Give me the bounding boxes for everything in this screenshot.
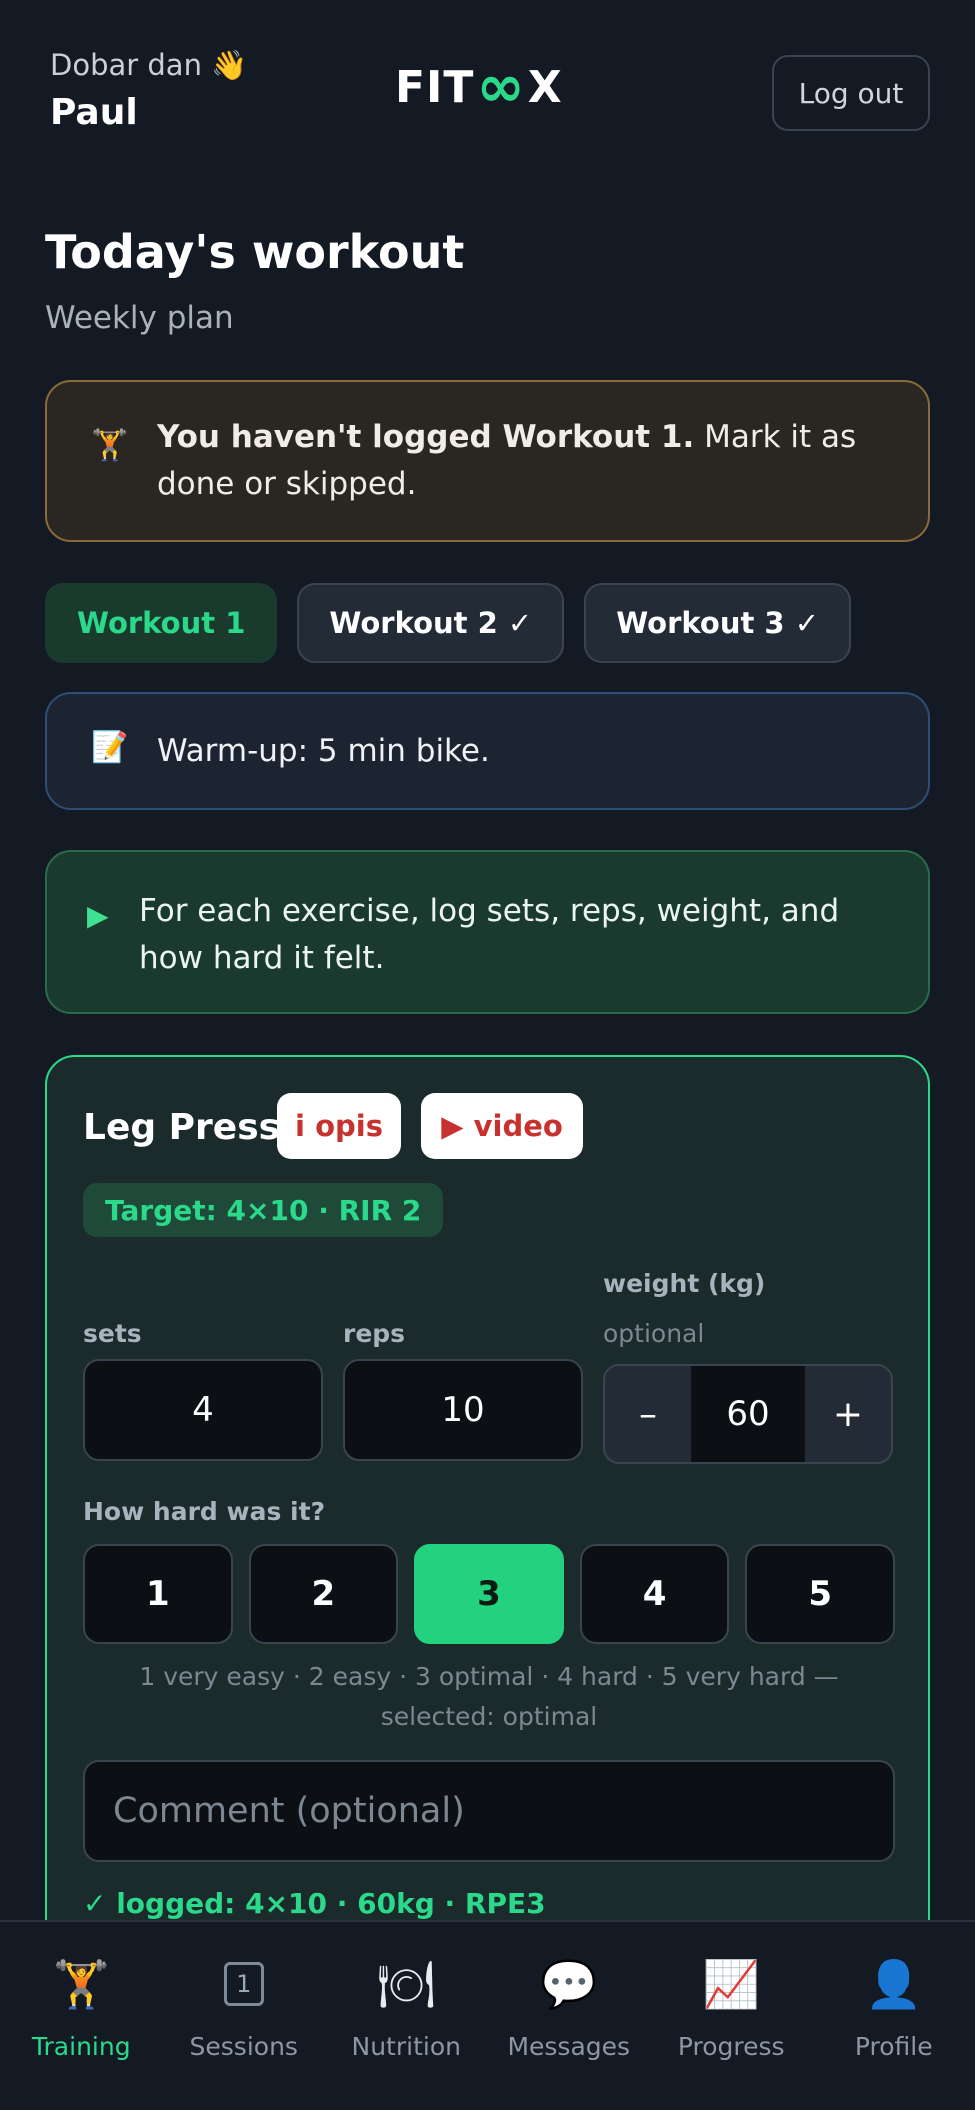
tab-workout-3[interactable]: Workout 3 ✓: [584, 583, 851, 663]
weight-hint: optional: [603, 1319, 705, 1348]
reps-label: reps: [343, 1319, 406, 1348]
rpe-option-1[interactable]: 1: [83, 1544, 233, 1644]
comment-input[interactable]: [83, 1760, 895, 1862]
nav-training[interactable]: 🏋 Training: [0, 1922, 163, 2110]
video-button[interactable]: ▶ video: [421, 1093, 583, 1159]
speech-bubble-icon: 💬: [540, 1956, 598, 2011]
user-icon: 👤: [865, 1956, 923, 2011]
sets-label: sets: [83, 1319, 142, 1348]
logo-right: X: [527, 62, 563, 113]
rpe-selector: 1 2 3 4 5: [83, 1544, 895, 1644]
page-subtitle: Weekly plan: [45, 300, 234, 336]
unlogged-alert: 🏋 You haven't logged Workout 1. Mark it …: [45, 380, 930, 542]
rpe-legend: 1 very easy · 2 easy · 3 optimal · 4 har…: [139, 1662, 839, 1731]
weight-label: weight (kg): [603, 1269, 766, 1298]
nav-label: Progress: [677, 2032, 785, 2061]
nav-label: Training: [31, 2032, 131, 2061]
calendar-icon: 1: [223, 1962, 264, 2006]
nav-label: Nutrition: [351, 2032, 461, 2061]
app-screen: Dobar dan 👋 Paul FIT ∞ X Log out Today's…: [0, 0, 975, 2110]
weightlifter-icon: 🏋: [91, 428, 129, 463]
weight-stepper: – 60 +: [603, 1364, 893, 1464]
logout-button[interactable]: Log out: [772, 55, 930, 131]
memo-icon: 📝: [91, 730, 129, 765]
nav-nutrition[interactable]: 🍽 Nutrition: [325, 1922, 488, 2110]
workout-tabs: Workout 1 Workout 2 ✓ Workout 3 ✓: [45, 583, 851, 663]
rpe-label: How hard was it?: [83, 1497, 326, 1526]
weight-plus-button[interactable]: +: [805, 1366, 891, 1462]
nav-messages[interactable]: 💬 Messages: [488, 1922, 651, 2110]
workout-note: 📝 Warm-up: 5 min bike.: [45, 692, 930, 810]
chart-icon: 📈: [702, 1956, 760, 2011]
logo-left: FIT: [395, 62, 475, 113]
rpe-option-2[interactable]: 2: [248, 1544, 399, 1644]
rpe-option-4[interactable]: 4: [579, 1544, 730, 1644]
nav-progress[interactable]: 📈 Progress: [650, 1922, 813, 2110]
alert-bold: You haven't logged Workout 1.: [157, 419, 695, 455]
rpe-option-3[interactable]: 3: [414, 1544, 564, 1644]
nav-label: Sessions: [189, 2032, 298, 2061]
page-title: Today's workout: [45, 225, 465, 279]
user-name: Paul: [50, 92, 138, 133]
header: Dobar dan 👋 Paul FIT ∞ X Log out: [45, 40, 930, 140]
rpe-option-5[interactable]: 5: [745, 1544, 895, 1644]
nav-label: Messages: [507, 2032, 631, 2061]
tab-workout-1[interactable]: Workout 1: [45, 583, 278, 663]
nav-profile[interactable]: 👤 Profile: [813, 1922, 975, 2110]
infinity-icon: ∞: [476, 51, 526, 120]
sets-input[interactable]: 4: [83, 1359, 323, 1461]
weight-input[interactable]: 60: [691, 1366, 805, 1462]
exercise-name: Leg Press: [83, 1107, 281, 1148]
description-button[interactable]: i opis: [277, 1093, 401, 1159]
bottom-nav: 🏋 Training 1 Sessions 🍽 Nutrition 💬 Mess…: [0, 1920, 975, 2110]
nav-sessions[interactable]: 1 Sessions: [163, 1922, 326, 2110]
app-logo: FIT ∞ X: [395, 51, 563, 120]
greeting: Dobar dan 👋: [50, 48, 248, 82]
note-text: Warm-up: 5 min bike.: [157, 733, 490, 769]
reps-input[interactable]: 10: [343, 1359, 583, 1461]
plate-icon: 🍽: [377, 1956, 436, 2011]
tab-workout-2[interactable]: Workout 2 ✓: [297, 583, 565, 663]
weightlifter-icon: 🏋: [52, 1956, 110, 2011]
logged-status: ✓ logged: 4×10 · 60kg · RPE3: [83, 1887, 546, 1920]
target-badge: Target: 4×10 · RIR 2: [83, 1183, 444, 1237]
instructions-text: For each exercise, log sets, reps, weigh…: [139, 893, 840, 976]
weight-minus-button[interactable]: –: [605, 1366, 691, 1462]
nav-label: Profile: [854, 2032, 933, 2061]
alert-message: You haven't logged Workout 1. Mark it as…: [157, 414, 888, 508]
instructions-box: ▶ For each exercise, log sets, reps, wei…: [45, 850, 930, 1014]
play-icon: ▶: [87, 899, 109, 932]
calendar-icon-wrap: 1: [223, 1956, 264, 2012]
